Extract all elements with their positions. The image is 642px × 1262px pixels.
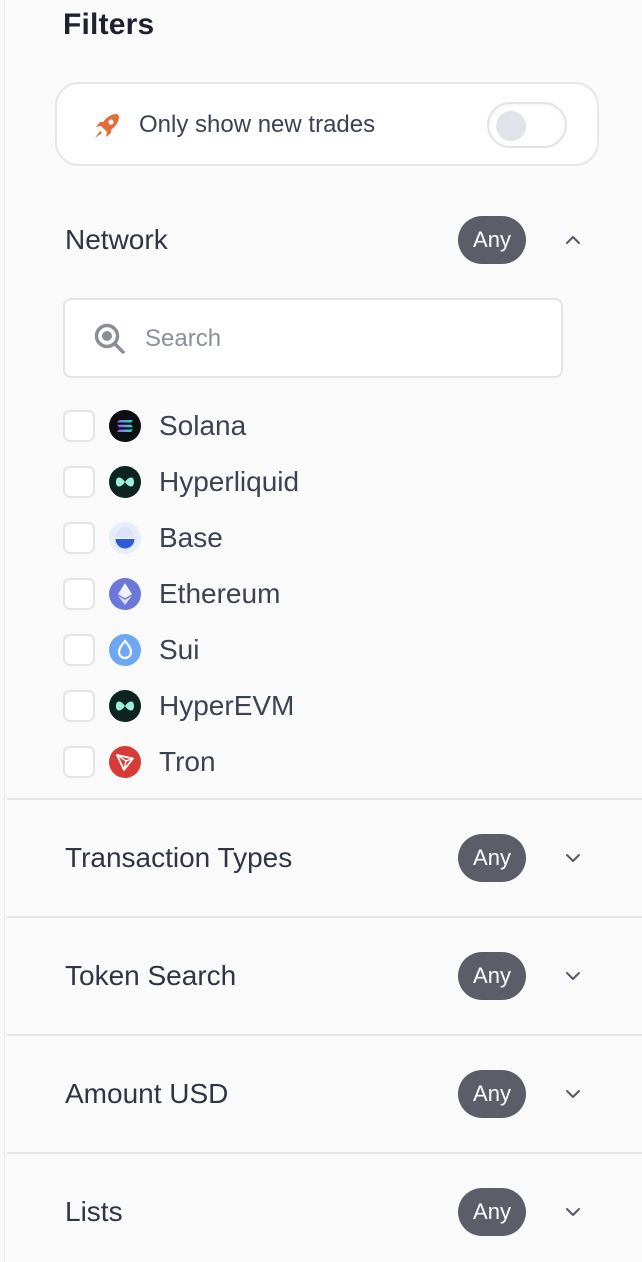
network-label: HyperEVM — [159, 690, 295, 721]
network-search-box[interactable] — [63, 298, 563, 378]
network-item-tron[interactable]: Tron — [63, 741, 463, 781]
hyperevm-icon — [109, 690, 141, 722]
ethereum-icon — [109, 578, 141, 610]
filters-title: Filters — [63, 8, 155, 41]
amount-usd-section-header[interactable]: Amount USD Any — [5, 1036, 642, 1154]
network-label: Base — [159, 522, 223, 553]
lists-title: Lists — [65, 1196, 123, 1227]
sui-icon — [109, 634, 141, 666]
amount-usd-title: Amount USD — [65, 1078, 229, 1109]
hyperliquid-checkbox[interactable] — [63, 466, 95, 498]
network-label: Tron — [159, 746, 216, 777]
search-icon — [94, 323, 125, 354]
network-item-ethereum[interactable]: Ethereum — [63, 573, 463, 613]
chevron-down-icon[interactable] — [563, 1202, 583, 1222]
hyperevm-checkbox[interactable] — [63, 690, 95, 722]
network-label: Ethereum — [159, 578, 281, 609]
network-search-input[interactable] — [145, 320, 525, 358]
solana-checkbox[interactable] — [63, 410, 95, 442]
network-item-solana[interactable]: Solana — [63, 405, 463, 445]
amount-usd-any-badge: Any — [458, 1070, 526, 1118]
network-label: Solana — [159, 410, 247, 441]
network-item-hyperevm[interactable]: HyperEVM — [63, 685, 463, 725]
token-search-section-header[interactable]: Token Search Any — [5, 918, 642, 1036]
network-label: Hyperliquid — [159, 466, 300, 497]
rocket-icon — [95, 114, 119, 138]
token-search-any-badge: Any — [458, 952, 526, 1000]
chevron-down-icon[interactable] — [563, 1084, 583, 1104]
transaction-types-section-header[interactable]: Transaction Types Any — [5, 800, 642, 918]
transaction-types-any-badge: Any — [458, 834, 526, 882]
filters-panel: Filters Only show new trades Network Any — [4, 0, 642, 1262]
tron-icon — [109, 746, 141, 778]
transaction-types-title: Transaction Types — [65, 842, 293, 873]
new-trades-label: Only show new trades — [139, 111, 376, 138]
switch-knob — [496, 111, 526, 141]
network-label: Sui — [159, 634, 200, 665]
token-search-title: Token Search — [65, 960, 237, 991]
new-trades-toggle-card[interactable]: Only show new trades — [55, 82, 599, 166]
base-icon — [109, 522, 141, 554]
lists-section-header[interactable]: Lists Any — [5, 1154, 642, 1262]
lists-any-badge: Any — [458, 1188, 526, 1236]
network-item-hyperliquid[interactable]: Hyperliquid — [63, 461, 463, 501]
sui-checkbox[interactable] — [63, 634, 95, 666]
chevron-down-icon[interactable] — [563, 848, 583, 868]
hyperliquid-icon — [109, 466, 141, 498]
base-checkbox[interactable] — [63, 522, 95, 554]
solana-icon — [109, 410, 141, 442]
new-trades-switch[interactable] — [487, 102, 567, 148]
network-any-badge: Any — [458, 216, 526, 264]
chevron-down-icon[interactable] — [563, 966, 583, 986]
network-item-base[interactable]: Base — [63, 517, 463, 557]
ethereum-checkbox[interactable] — [63, 578, 95, 610]
tron-checkbox[interactable] — [63, 746, 95, 778]
network-title: Network — [65, 224, 168, 255]
chevron-up-icon[interactable] — [563, 230, 583, 250]
network-section-header[interactable]: Network Any — [5, 182, 642, 300]
network-item-sui[interactable]: Sui — [63, 629, 463, 669]
